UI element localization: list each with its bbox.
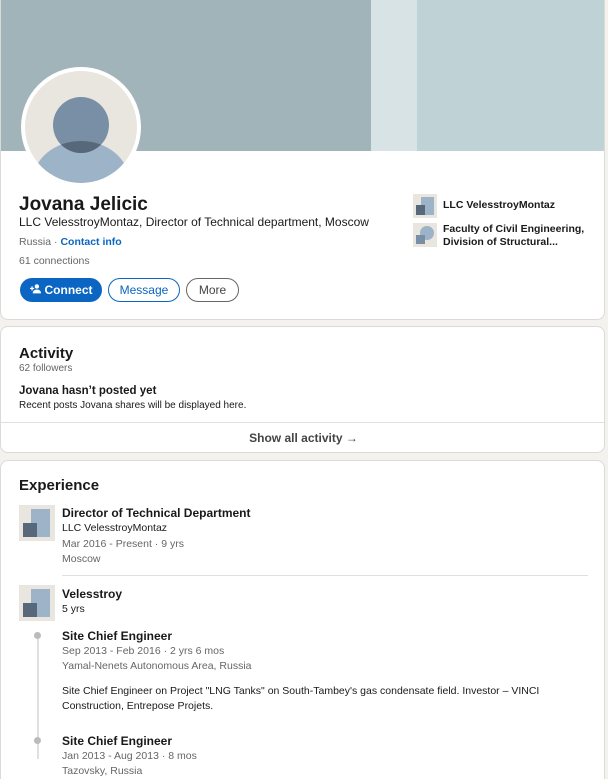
education-link[interactable]: Faculty of Civil Engineering, Division o… — [413, 223, 593, 249]
connect-button[interactable]: Connect — [20, 278, 102, 302]
divider — [62, 575, 588, 576]
experience-location: Moscow — [62, 553, 101, 565]
experience-title: Experience — [19, 477, 100, 494]
current-company-link[interactable]: LLC VelesstroyMontaz — [413, 194, 593, 218]
role-title: Site Chief Engineer — [62, 629, 173, 643]
profile-avatar[interactable] — [21, 67, 141, 187]
company-logo[interactable] — [19, 505, 55, 541]
activity-section: Activity 62 followers Jovana hasn’t post… — [0, 326, 605, 453]
followers-count: 62 followers — [19, 363, 73, 374]
activity-empty-title: Jovana hasn’t posted yet — [19, 385, 157, 397]
experience-title-text: Director of Technical Department — [62, 506, 251, 520]
role-location: Yamal-Nenets Autonomous Area, Russia — [62, 660, 252, 672]
profile-location-line: Russia · Contact info — [19, 236, 122, 248]
company-logo[interactable] — [19, 585, 55, 621]
experience-company-group[interactable]: Velesstroy — [62, 587, 122, 601]
profile-name: Jovana Jelicic — [19, 194, 148, 215]
contact-info-link[interactable]: Contact info — [60, 236, 121, 248]
connect-label: Connect — [44, 283, 93, 297]
timeline-dot — [34, 632, 41, 639]
experience-duration: 5 yrs — [62, 603, 85, 615]
role-dates: Jan 2013 - Aug 2013 · 8 mos — [62, 750, 197, 762]
current-company-name: LLC VelesstroyMontaz — [443, 199, 556, 211]
experience-company: LLC VelesstroyMontaz — [62, 522, 168, 534]
role-description: Site Chief Engineer on Project "LNG Tank… — [62, 685, 540, 712]
experience-dates: Mar 2016 - Present · 9 yrs — [62, 538, 184, 550]
profile-top-card: Jovana Jelicic LLC VelesstroyMontaz, Dir… — [0, 0, 605, 320]
show-all-activity-button[interactable]: Show all activity → — [1, 422, 604, 452]
experience-section: Experience Director of Technical Departm… — [0, 460, 605, 779]
school-logo — [413, 223, 437, 247]
activity-title: Activity — [19, 345, 74, 362]
message-button[interactable]: Message — [108, 278, 180, 302]
timeline-dot — [34, 737, 41, 744]
activity-empty-desc: Recent posts Jovana shares will be displ… — [19, 400, 247, 411]
role-title: Site Chief Engineer — [62, 734, 173, 748]
more-button[interactable]: More — [186, 278, 239, 302]
profile-headline: LLC VelesstroyMontaz, Director of Techni… — [19, 215, 369, 229]
education-name: Faculty of Civil Engineering, Division o… — [443, 223, 585, 248]
add-person-icon — [29, 283, 41, 297]
company-logo — [413, 194, 437, 218]
profile-location: Russia — [19, 236, 52, 248]
connections-count: 61 connections — [19, 255, 90, 267]
role-dates: Sep 2013 - Feb 2016 · 2 yrs 6 mos — [62, 645, 225, 657]
role-location: Tazovsky, Russia — [62, 765, 143, 777]
